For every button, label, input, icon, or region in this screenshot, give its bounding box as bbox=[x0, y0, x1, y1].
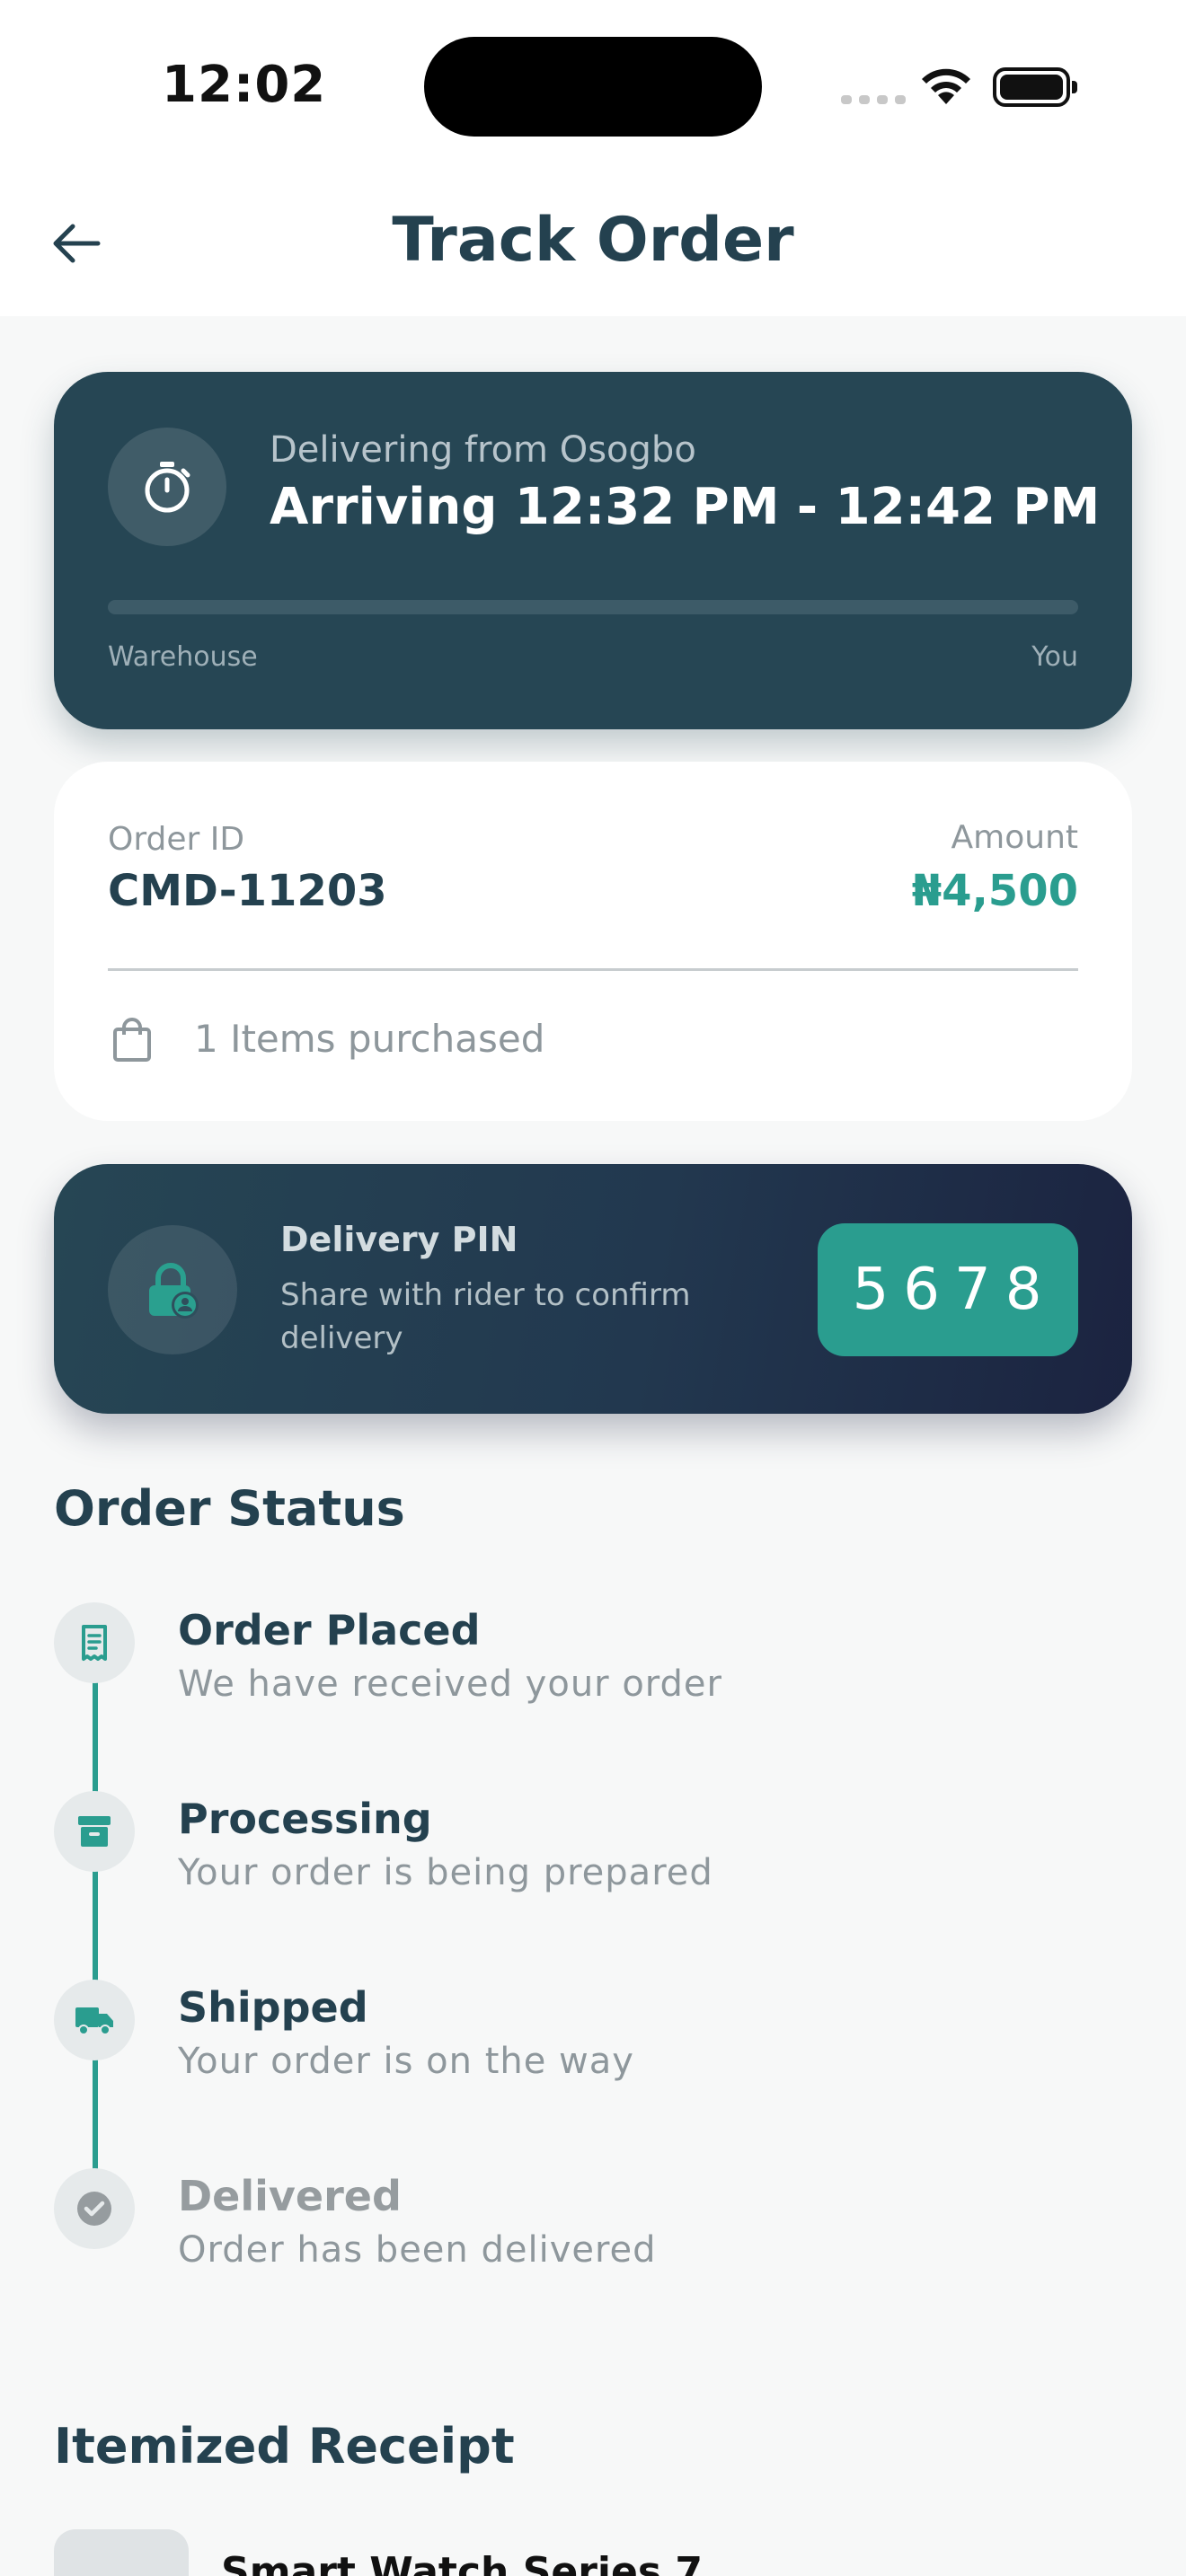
divider bbox=[108, 968, 1078, 971]
product-thumbnail bbox=[54, 2529, 189, 2576]
status-step-subtitle: Your order is on the way bbox=[178, 2041, 634, 2082]
archive-box-icon bbox=[78, 1816, 111, 1847]
battery-icon bbox=[993, 67, 1077, 107]
order-id-label: Order ID bbox=[108, 821, 245, 858]
status-step-subtitle: We have received your order bbox=[178, 1663, 722, 1705]
status-bar: 12:02 bbox=[0, 0, 1186, 171]
shopping-bag-icon bbox=[113, 1018, 151, 1062]
delivery-pin-subtitle: Share with rider to confirm delivery bbox=[280, 1277, 691, 1356]
delivering-from-text: Delivering from Osogbo bbox=[270, 429, 696, 471]
app-header: Track Order bbox=[0, 171, 1186, 316]
status-step-title: Order Placed bbox=[178, 1606, 481, 1654]
status-time: 12:02 bbox=[162, 56, 327, 114]
progress-start-label: Warehouse bbox=[108, 641, 258, 673]
timeline-step-dot bbox=[54, 1980, 135, 2060]
arrival-window-text: Arriving 12:32 PM - 12:42 PM bbox=[270, 478, 1101, 536]
progress-end-label: You bbox=[1031, 641, 1078, 673]
itemized-receipt-heading: Itemized Receipt bbox=[54, 2418, 515, 2475]
amount-value: ₦4,500 bbox=[911, 866, 1078, 916]
status-step-title: Processing bbox=[178, 1795, 432, 1843]
dynamic-island bbox=[424, 37, 762, 137]
delivery-eta-card: Delivering from Osogbo Arriving 12:32 PM… bbox=[54, 372, 1132, 729]
timeline-step-dot bbox=[54, 2168, 135, 2249]
items-purchased-text: 1 Items purchased bbox=[194, 1017, 545, 1061]
status-step-subtitle: Your order is being prepared bbox=[178, 1852, 713, 1893]
timeline-step-dot bbox=[54, 1602, 135, 1683]
check-circle-icon bbox=[77, 2192, 111, 2226]
order-id-value: CMD-11203 bbox=[108, 866, 387, 916]
delivery-progress-bar bbox=[108, 600, 1078, 614]
order-info-card: Order ID CMD-11203 Amount ₦4,500 1 Items… bbox=[54, 762, 1132, 1121]
delivery-pin-card: Delivery PIN Share with rider to confirm… bbox=[54, 1164, 1132, 1414]
truck-icon bbox=[75, 2007, 113, 2035]
timeline-step-dot bbox=[54, 1791, 135, 1872]
status-step-title: Shipped bbox=[178, 1983, 368, 2032]
cellular-signal-icon bbox=[841, 95, 906, 104]
order-status-heading: Order Status bbox=[54, 1480, 405, 1537]
timer-icon bbox=[108, 428, 226, 546]
wifi-icon bbox=[922, 68, 970, 104]
status-step-title: Delivered bbox=[178, 2172, 402, 2220]
delivery-pin-code: 5678 bbox=[818, 1223, 1078, 1356]
receipt-icon bbox=[82, 1625, 107, 1661]
receipt-item-name: Smart Watch Series 7 bbox=[221, 2549, 703, 2576]
delivery-pin-title: Delivery PIN bbox=[280, 1220, 518, 1259]
amount-label: Amount bbox=[951, 819, 1078, 856]
lock-user-icon bbox=[108, 1225, 237, 1354]
status-step-subtitle: Order has been delivered bbox=[178, 2229, 657, 2271]
page-title: Track Order bbox=[392, 205, 794, 276]
